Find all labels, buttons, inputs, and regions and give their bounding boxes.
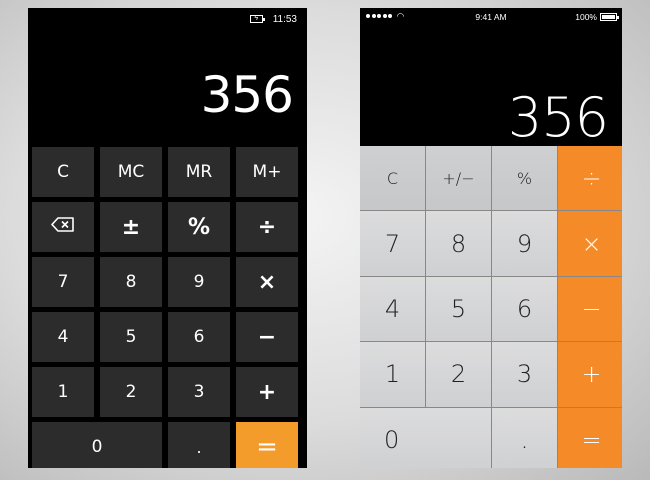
ios-calculator: ◠ 9:41 AM 100% 356 C +/−% ÷ 7 8 9 × 4 5 6 − 1 2 3 +0. =	[360, 8, 622, 468]
key-label: +	[257, 379, 277, 405]
plus-button[interactable]: +	[236, 367, 298, 417]
minus-button[interactable]: −	[558, 276, 622, 342]
status-bar: ◠ 9:41 AM 100%	[360, 11, 622, 25]
plus-button[interactable]: +	[558, 342, 622, 407]
digit-9-button[interactable]: 9	[168, 257, 230, 307]
battery-icon	[600, 13, 619, 21]
battery-percentage: 100%	[575, 12, 597, 22]
key-label: %	[187, 214, 211, 240]
key-label: 0	[384, 425, 400, 454]
backspace-button[interactable]	[32, 202, 94, 252]
digit-3-button[interactable]: 3	[492, 342, 557, 407]
digit-9-button[interactable]: 9	[492, 211, 557, 276]
key-label: ×	[581, 229, 602, 258]
decimal-button[interactable]: .	[168, 422, 230, 468]
key-label: =	[256, 432, 278, 462]
digit-7-button[interactable]: 7	[32, 257, 94, 307]
battery-charging-icon: ϟ	[249, 15, 265, 23]
clear-button[interactable]: C	[360, 146, 425, 211]
key-label: 0	[91, 437, 103, 457]
key-label: MC	[117, 162, 145, 182]
digit-1-button[interactable]: 1	[360, 342, 425, 407]
backspace-icon	[51, 217, 75, 237]
digit-3-button[interactable]: 3	[168, 367, 230, 417]
divide-button[interactable]: ÷	[236, 202, 298, 252]
key-label: 3	[516, 360, 533, 389]
key-label: 7	[384, 229, 401, 258]
status-bar: ϟ 11:53	[249, 12, 297, 26]
digit-8-button[interactable]: 8	[100, 257, 162, 307]
equals-button[interactable]: =	[558, 407, 622, 468]
key-label: 5	[125, 327, 137, 347]
key-label: 9	[193, 272, 205, 292]
key-label: ÷	[257, 214, 277, 240]
clear-button[interactable]: C	[32, 147, 94, 197]
key-label: 6	[193, 327, 205, 347]
key-label: .	[196, 437, 202, 457]
key-label: 9	[516, 229, 533, 258]
status-time: 11:53	[272, 13, 297, 25]
keypad: C MC MR M+ ±% ÷ 7 8 9 × 4 5 6 − 1 2 3 +0. =	[32, 147, 300, 468]
digit-5-button[interactable]: 5	[426, 276, 491, 342]
digit-6-button[interactable]: 6	[492, 276, 557, 342]
digit-4-button[interactable]: 4	[360, 276, 425, 342]
key-label: 1	[384, 360, 401, 389]
digit-0-button[interactable]: 0	[32, 422, 162, 468]
decimal-button[interactable]: .	[492, 407, 557, 468]
key-label: 3	[193, 382, 205, 402]
percent-button[interactable]: %	[168, 202, 230, 252]
key-label: 8	[450, 229, 467, 258]
key-label: C	[57, 162, 69, 182]
key-label: ±	[121, 214, 141, 240]
minus-button[interactable]: −	[236, 312, 298, 362]
key-label: −	[257, 324, 277, 350]
key-label: .	[520, 424, 529, 455]
multiply-button[interactable]: ×	[558, 211, 622, 276]
calculator-display: 356	[200, 66, 294, 124]
key-label: +/−	[442, 168, 475, 188]
digit-0-button[interactable]: 0	[360, 407, 491, 468]
multiply-button[interactable]: ×	[236, 257, 298, 307]
key-label: %	[516, 168, 533, 188]
key-label: 1	[57, 382, 69, 402]
digit-6-button[interactable]: 6	[168, 312, 230, 362]
calculator-display: 356	[507, 86, 609, 149]
memory-clear-button[interactable]: MC	[100, 147, 162, 197]
key-label: ×	[257, 269, 277, 295]
percent-button[interactable]: %	[492, 146, 557, 211]
memory-add-button[interactable]: M+	[236, 147, 298, 197]
digit-8-button[interactable]: 8	[426, 211, 491, 276]
memory-recall-button[interactable]: MR	[168, 147, 230, 197]
keypad: C +/−% ÷ 7 8 9 × 4 5 6 − 1 2 3 +0. =	[360, 146, 622, 468]
key-label: 7	[57, 272, 69, 292]
equals-button[interactable]: =	[236, 422, 298, 468]
key-label: C	[386, 168, 399, 188]
digit-2-button[interactable]: 2	[100, 367, 162, 417]
key-label: +	[581, 360, 602, 389]
key-label: 2	[450, 360, 467, 389]
plus-minus-button[interactable]: ±	[100, 202, 162, 252]
plus-minus-button[interactable]: +/−	[426, 146, 491, 211]
digit-5-button[interactable]: 5	[100, 312, 162, 362]
key-label: 6	[516, 294, 533, 323]
key-label: 5	[450, 294, 467, 323]
digit-7-button[interactable]: 7	[360, 211, 425, 276]
key-label: 4	[384, 294, 401, 323]
key-label: =	[581, 425, 602, 454]
digit-4-button[interactable]: 4	[32, 312, 94, 362]
digit-1-button[interactable]: 1	[32, 367, 94, 417]
key-label: 4	[57, 327, 69, 347]
key-label: MR	[185, 162, 213, 182]
windows-phone-calculator: ϟ 11:53 356 C MC MR M+ ±% ÷ 7 8 9 × 4 5 6 − 1 2 3 +0. =	[28, 8, 307, 468]
divide-button[interactable]: ÷	[558, 146, 622, 211]
key-label: ÷	[581, 164, 602, 193]
key-label: M+	[252, 162, 282, 182]
key-label: −	[581, 294, 602, 323]
digit-2-button[interactable]: 2	[426, 342, 491, 407]
key-label: 2	[125, 382, 137, 402]
key-label: 8	[125, 272, 137, 292]
